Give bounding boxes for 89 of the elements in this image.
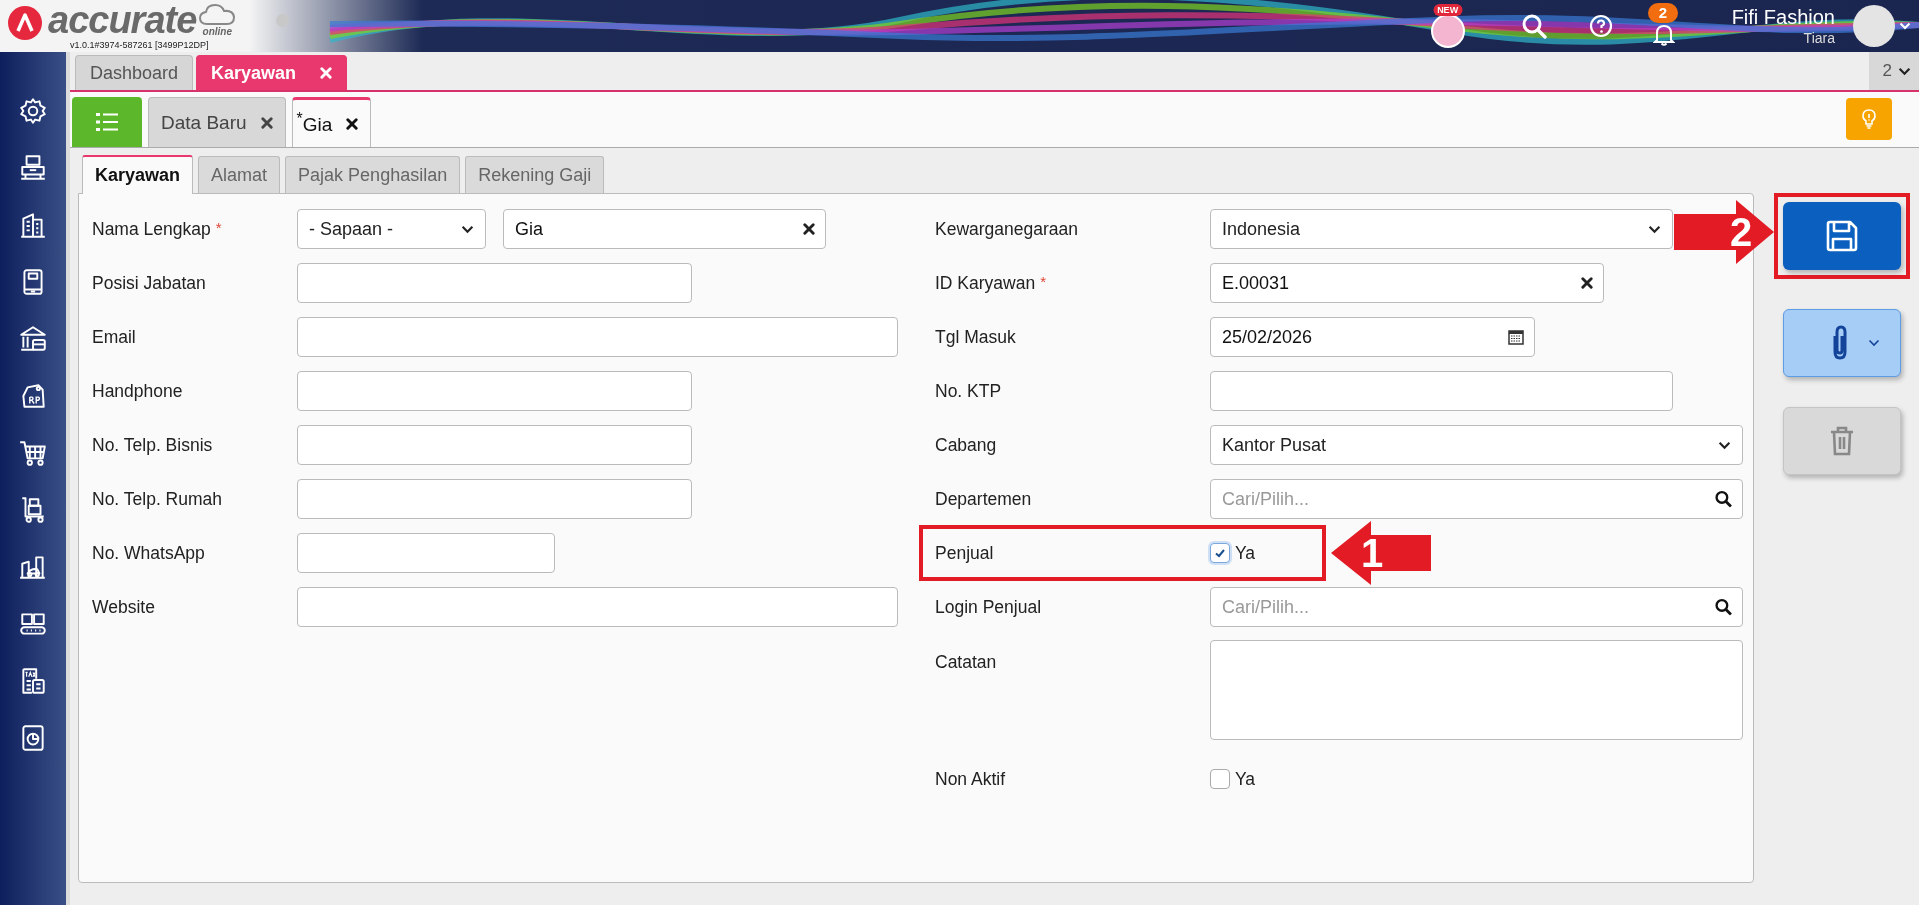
version-text: v1.0.1#3974-587261 [3499P12DP] <box>70 40 209 50</box>
close-icon[interactable] <box>803 223 815 235</box>
window-count[interactable]: 2 <box>1868 52 1919 90</box>
field-label: Cabang <box>935 434 998 456</box>
select-field[interactable]: - Sapaan - <box>297 209 486 249</box>
help-icon[interactable] <box>1588 14 1613 38</box>
text-field[interactable]: Gia <box>503 209 826 249</box>
form-tab[interactable]: Pajak Penghasilan <box>285 156 461 193</box>
save-button[interactable] <box>1783 202 1901 270</box>
field-label: Email <box>92 326 137 348</box>
select-field[interactable]: Indonesia <box>1210 209 1673 249</box>
text-field[interactable] <box>297 371 692 411</box>
text-field[interactable] <box>1210 371 1673 411</box>
select-field[interactable]: Kantor Pusat <box>1210 425 1743 465</box>
save-icon <box>1825 219 1859 253</box>
printer-icon[interactable] <box>18 153 48 183</box>
field-label: Non Aktif <box>935 768 1007 790</box>
field-label: Nama Lengkap * <box>92 218 223 240</box>
gear-icon[interactable] <box>18 96 48 126</box>
chevron-down-icon <box>1718 440 1731 450</box>
field-label: Handphone <box>92 380 184 402</box>
close-icon[interactable] <box>1581 277 1593 289</box>
list-icon <box>96 112 118 132</box>
chevron-down-icon[interactable] <box>1899 22 1911 30</box>
text-field[interactable] <box>297 425 692 465</box>
chevron-down-icon <box>1898 66 1911 76</box>
field-label: Penjual <box>935 542 995 564</box>
cloud-icon <box>198 2 237 26</box>
bell-icon[interactable] <box>1652 22 1675 46</box>
avatar-icon[interactable] <box>1853 5 1895 47</box>
form-tab[interactable]: Alamat <box>198 156 281 193</box>
text-field[interactable] <box>297 263 692 303</box>
field-label: No. KTP <box>935 380 1003 402</box>
bank-icon[interactable] <box>18 324 48 354</box>
text-field[interactable]: E.00031 <box>1210 263 1604 303</box>
step-number: 1 <box>1361 533 1384 573</box>
chevron-down-icon <box>1868 339 1880 347</box>
text-field[interactable] <box>297 317 898 357</box>
search-icon[interactable] <box>1520 13 1547 39</box>
module-tab[interactable]: Karyawan <box>196 55 348 90</box>
form-tab[interactable]: Rekening Gaji <box>465 156 605 193</box>
lightbulb-icon <box>1861 109 1877 129</box>
close-icon[interactable] <box>260 116 273 129</box>
field-label: Website <box>92 596 156 618</box>
text-field[interactable] <box>297 479 692 519</box>
field-label: Kewarganegaraan <box>935 218 1080 240</box>
logo-icon <box>8 6 42 40</box>
notes-field[interactable] <box>1210 640 1743 740</box>
logo-text: accurate <box>48 0 197 40</box>
logo-subtitle: online <box>202 27 233 37</box>
date-field[interactable]: 25/02/2026 <box>1210 317 1535 357</box>
calendar-icon[interactable] <box>1508 329 1524 345</box>
record-tab[interactable]: Data Baru <box>148 97 286 147</box>
avatar-icon[interactable] <box>1430 14 1465 48</box>
search-icon[interactable] <box>1715 490 1732 508</box>
field-label: No. Telp. Rumah <box>92 488 224 510</box>
step-number: 2 <box>1730 212 1753 252</box>
record-tab[interactable]: $^{*}$Gia <box>291 97 372 147</box>
field-label: No. WhatsApp <box>92 542 206 564</box>
close-icon[interactable] <box>346 117 359 130</box>
checkbox[interactable] <box>1210 543 1230 563</box>
text-field[interactable] <box>297 533 555 573</box>
checkbox[interactable] <box>1210 769 1230 789</box>
checkmark-icon <box>1214 547 1226 559</box>
text-field[interactable] <box>297 587 898 627</box>
cart-icon[interactable] <box>18 438 48 468</box>
field-label: Posisi Jabatan <box>92 272 207 294</box>
new-badge: NEW <box>1433 4 1463 16</box>
form-tab[interactable]: Karyawan <box>82 155 194 194</box>
module-tab[interactable]: Dashboard <box>75 55 194 90</box>
building-icon[interactable] <box>18 210 48 240</box>
search-field[interactable]: Cari/Pilih... <box>1210 587 1743 627</box>
user-name: Tiara <box>1803 29 1835 47</box>
attachment-button[interactable] <box>1783 309 1901 377</box>
field-label: Departemen <box>935 488 1033 510</box>
chevron-down-icon <box>1648 224 1661 234</box>
checkbox-label: Ya <box>1235 542 1256 564</box>
notification-badge: 2 <box>1647 3 1678 23</box>
field-label: No. Telp. Bisnis <box>92 434 214 456</box>
field-label: Tgl Masuk <box>935 326 1017 348</box>
search-icon[interactable] <box>1715 598 1732 616</box>
checkbox-label: Ya <box>1235 768 1256 790</box>
chevron-down-icon <box>461 224 474 234</box>
company-name: Fifi Fashion <box>1731 5 1835 29</box>
trash-icon <box>1829 425 1855 457</box>
field-label: Catatan <box>935 651 998 673</box>
field-label: ID Karyawan * <box>935 272 1048 294</box>
field-label: Login Penjual <box>935 596 1043 618</box>
search-field[interactable]: Cari/Pilih... <box>1210 479 1743 519</box>
